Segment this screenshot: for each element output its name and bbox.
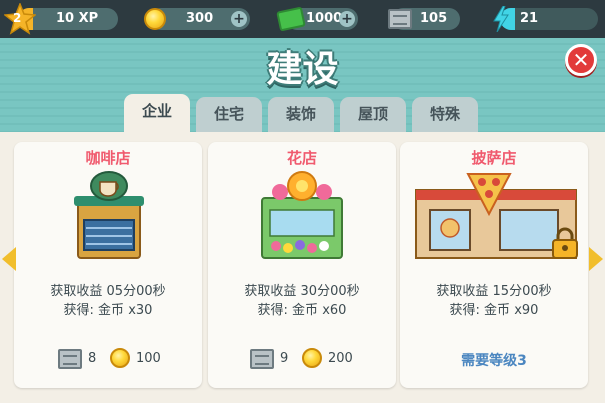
flower-shop-image (261, 171, 343, 259)
energy-bar: 21 (500, 8, 598, 30)
building-card-pizza-shop[interactable]: 披萨店 获取收益 15分00秒 获得: 金币 x90 需要等级3 (400, 142, 588, 388)
bricks-cost: 8 (88, 351, 97, 366)
bricks-value: 105 (420, 11, 448, 26)
building-name: 披萨店 (471, 149, 517, 167)
scroll-right-arrow-icon[interactable] (589, 247, 603, 271)
bricks-cost: 9 (280, 351, 289, 366)
bricks-icon (388, 9, 412, 29)
bricks-icon (58, 349, 82, 369)
reward-line: 获得: 金币 x90 (449, 303, 539, 318)
coins-value: 300 (186, 11, 214, 26)
reward-line: 获得: 金币 x60 (257, 303, 347, 318)
coin-icon (302, 348, 322, 368)
tab-special[interactable]: 特殊 (412, 97, 478, 133)
lightning-bolt-icon (493, 6, 509, 32)
tab-residential[interactable]: 住宅 (196, 97, 262, 133)
income-time: 获取收益 30分00秒 (244, 284, 360, 299)
add-coins-button[interactable]: + (231, 11, 247, 27)
tab-decoration[interactable]: 装饰 (268, 97, 334, 133)
required-level-label: 需要等级3 (461, 353, 527, 369)
cost-row: 8 100 (58, 347, 168, 371)
bricks-icon (250, 349, 274, 369)
coin-cost: 100 (136, 351, 161, 366)
add-cash-button[interactable]: + (339, 11, 355, 27)
coin-icon (110, 348, 130, 368)
status-bar: 10 XP 2 300 + 1000 + 105 21 (0, 0, 605, 38)
energy-value: 21 (520, 11, 539, 26)
income-time: 获取收益 05分00秒 (50, 284, 166, 299)
tab-business[interactable]: 企业 (124, 94, 190, 136)
income-time: 获取收益 15分00秒 (436, 284, 552, 299)
xp-label: 10 XP (56, 11, 99, 26)
building-name: 咖啡店 (85, 149, 131, 167)
close-button[interactable]: ✕ (565, 44, 597, 76)
building-card-coffee-shop[interactable]: 咖啡店 获取收益 05分00秒 获得: 金币 x30 8 100 (14, 142, 202, 388)
cost-row: 9 200 (250, 347, 360, 371)
cash-value: 1000 (306, 11, 343, 26)
page-title: 建设 (266, 49, 339, 90)
level-number: 2 (13, 11, 22, 25)
lock-icon (552, 227, 578, 259)
scroll-left-arrow-icon[interactable] (2, 247, 16, 271)
reward-line: 获得: 金币 x30 (63, 303, 153, 318)
tab-roof[interactable]: 屋顶 (340, 97, 406, 133)
coin-icon (144, 8, 166, 30)
coffee-shop-image (74, 171, 144, 259)
coin-cost: 200 (328, 351, 353, 366)
building-name: 花店 (286, 149, 317, 167)
building-card-flower-shop[interactable]: 花店 获取收益 30分00秒 获得: 金币 x60 9 200 (208, 142, 396, 388)
